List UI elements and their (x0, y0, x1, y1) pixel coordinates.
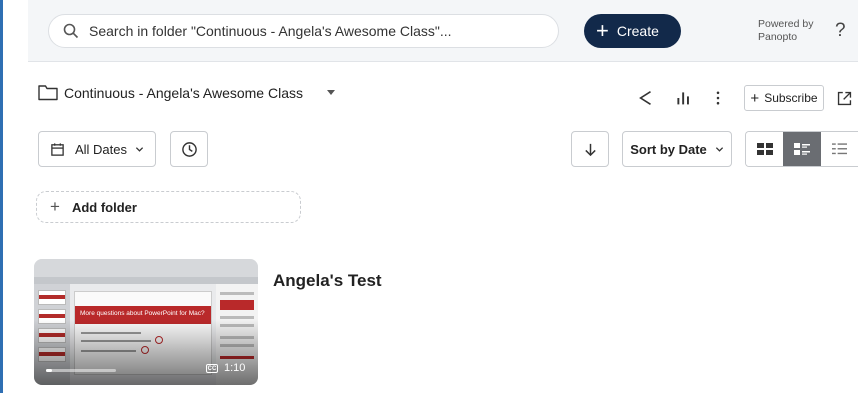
add-folder-label: Add folder (71, 199, 137, 215)
sort-direction-button[interactable] (571, 131, 609, 167)
clock-icon (181, 141, 197, 157)
folder-name: Continuous - Angela's Awesome Class (64, 84, 303, 101)
powered-by-line2: Panopto (758, 31, 798, 43)
detail-view-button[interactable] (783, 132, 821, 166)
folder-selector[interactable]: Continuous - Angela's Awesome Class (38, 84, 335, 101)
session-thumbnail[interactable]: More questions about PowerPoint for Mac?… (34, 259, 258, 385)
session-duration: 1:10 (224, 362, 246, 374)
date-filter-label: All Dates (74, 141, 128, 157)
search-icon (63, 23, 79, 39)
create-label: Create (616, 23, 659, 39)
plus-icon: + (596, 18, 609, 43)
thumbnail-toolbar (34, 277, 258, 284)
date-filter-dropdown[interactable]: All Dates (38, 131, 156, 167)
plus-icon: + (750, 89, 760, 107)
grid-view-button[interactable] (746, 132, 784, 166)
thumbnail-slide-title: More questions about PowerPoint for Mac? (80, 310, 205, 317)
view-mode-toggle (745, 131, 858, 167)
playback-progress-bar[interactable] (46, 369, 116, 372)
list-view-icon (831, 143, 847, 155)
chevron-down-icon (715, 146, 723, 152)
powered-by-line1: Powered by (758, 18, 814, 30)
chevron-down-icon (327, 90, 335, 95)
session-title[interactable]: Angela's Test (273, 271, 382, 291)
share-icon[interactable] (636, 88, 656, 108)
closed-captions-icon: CC (206, 364, 218, 373)
playback-progress-fill (46, 369, 52, 372)
subscribe-label: Subscribe (764, 91, 818, 105)
powered-by: Powered by Panopto (758, 18, 813, 44)
sort-by-dropdown[interactable]: Sort by Date (622, 131, 732, 167)
arrow-down-icon (584, 143, 596, 156)
more-icon[interactable] (708, 88, 728, 108)
search-placeholder: Search in folder "Continuous - Angela's … (89, 23, 452, 39)
thumbnail-mini-slide (38, 290, 66, 305)
folder-icon (38, 85, 58, 101)
external-link-icon[interactable] (834, 88, 854, 108)
create-button[interactable]: + Create (584, 14, 681, 48)
sort-by-label: Sort by Date (630, 141, 707, 157)
search-input[interactable]: Search in folder "Continuous - Angela's … (48, 14, 559, 48)
help-button[interactable]: ? (835, 20, 846, 42)
stats-icon[interactable] (673, 88, 693, 108)
grid-view-icon (756, 143, 773, 155)
subscribe-button[interactable]: + Subscribe (744, 85, 824, 111)
thumbnail-ribbon (34, 259, 258, 277)
recent-filter-button[interactable] (170, 131, 208, 167)
chevron-down-icon (135, 146, 144, 152)
plus-icon: + (50, 197, 60, 216)
window-frame-edge (0, 0, 3, 393)
add-folder-button[interactable]: + Add folder (36, 191, 301, 223)
list-view-button[interactable] (820, 132, 858, 166)
calendar-icon (51, 142, 64, 156)
detail-view-icon (793, 143, 810, 155)
